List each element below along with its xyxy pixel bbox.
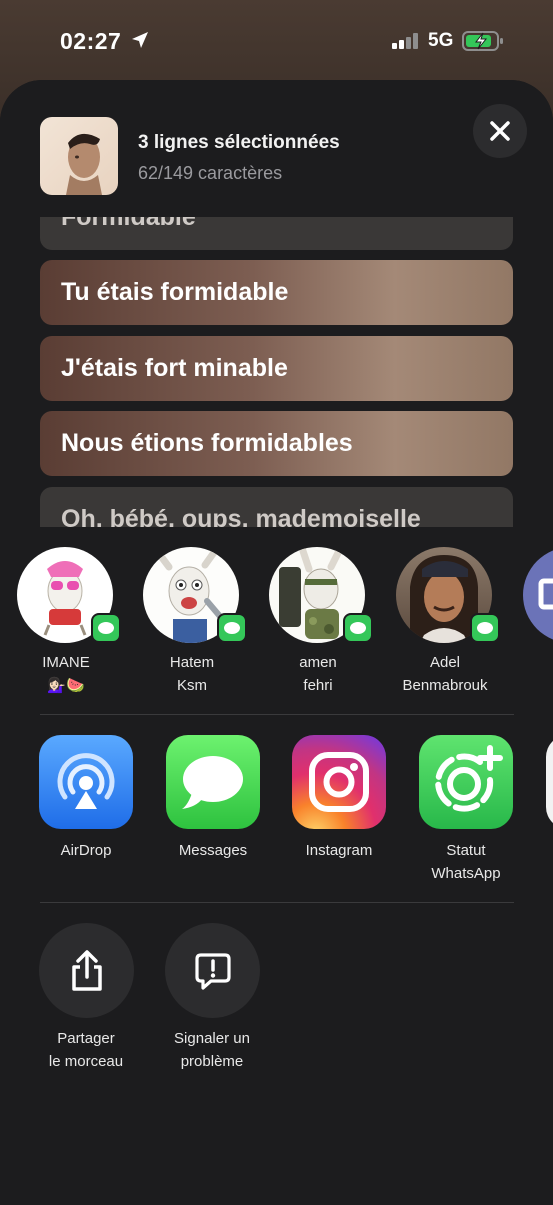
lyric-line-selected[interactable]: Nous étions formidables [40, 411, 513, 476]
contact-name: IMANE 💁🏻‍♀️🍉 [42, 654, 90, 694]
messages-badge-icon [217, 613, 247, 643]
sheet-header: 3 lignes sélectionnées 62/149 caractères [0, 80, 553, 217]
share-icon [39, 923, 134, 1018]
actions-row: Partager le morceau Signaler un problème [0, 923, 553, 1083]
contact-name: Hatem Ksm [169, 654, 215, 694]
lyric-line-selected[interactable]: J'étais fort minable [40, 336, 513, 401]
app-label: Instagram [305, 842, 373, 859]
divider [40, 714, 514, 715]
whatsapp-status-icon [419, 735, 513, 829]
action-label: Partager le morceau [48, 1030, 124, 1070]
lyrics-list: Formidable Tu étais formidable J'étais f… [0, 217, 553, 527]
lyric-text: Oh, bébé, oups, mademoiselle [61, 505, 421, 527]
lyric-text: Tu étais formidable [61, 278, 289, 306]
divider [40, 902, 514, 903]
messages-badge-icon [470, 613, 500, 643]
character-count: 62/149 caractères [138, 163, 283, 183]
signal-bars-icon [392, 33, 418, 49]
status-time: 02:27 [60, 28, 122, 54]
album-portrait-image [66, 133, 102, 195]
report-problem-icon [165, 923, 260, 1018]
album-cover [40, 117, 118, 195]
lyric-line[interactable]: Oh, bébé, oups, mademoiselle [40, 487, 513, 527]
app-label: Statut WhatsApp [431, 842, 501, 882]
avatar [523, 547, 553, 643]
contacts-row: IMANE💁🏻‍♀️🍉 HatemKsm [0, 545, 553, 695]
selection-title: 3 lignes sélectionnées [138, 132, 340, 153]
app-label: AirDrop [60, 842, 112, 859]
action-label: Signaler un problème [174, 1030, 250, 1070]
location-arrow-icon [132, 32, 148, 48]
battery-charging-icon [462, 31, 503, 51]
network-label: 5G [428, 30, 454, 51]
lyric-line-selected[interactable]: Tu étais formidable [40, 260, 513, 325]
share-sheet: 3 lignes sélectionnées 62/149 caractères… [0, 80, 553, 1205]
contact-name: cD [512, 651, 553, 697]
airdrop-icon [39, 735, 133, 829]
status-bar: 02:27 5G [0, 0, 553, 80]
messages-icon [166, 735, 260, 829]
contact-name: Adel Benmabrouk [402, 654, 488, 694]
lyric-text: J'étais fort minable [61, 354, 288, 382]
lyric-text: Nous étions formidables [61, 429, 353, 457]
app-icon-partial [546, 735, 553, 829]
lyric-text: Formidable [61, 217, 196, 231]
contact-name: amen fehri [299, 654, 337, 694]
close-button[interactable] [473, 104, 527, 158]
apps-row: AirDrop Messages Instagram Statut WhatsA… [0, 735, 553, 895]
messages-badge-icon [91, 613, 121, 643]
messages-badge-icon [343, 613, 373, 643]
close-icon [490, 121, 510, 141]
app-label: Messages [178, 842, 248, 859]
instagram-icon [292, 735, 386, 829]
lyric-line[interactable]: Formidable [40, 217, 513, 250]
